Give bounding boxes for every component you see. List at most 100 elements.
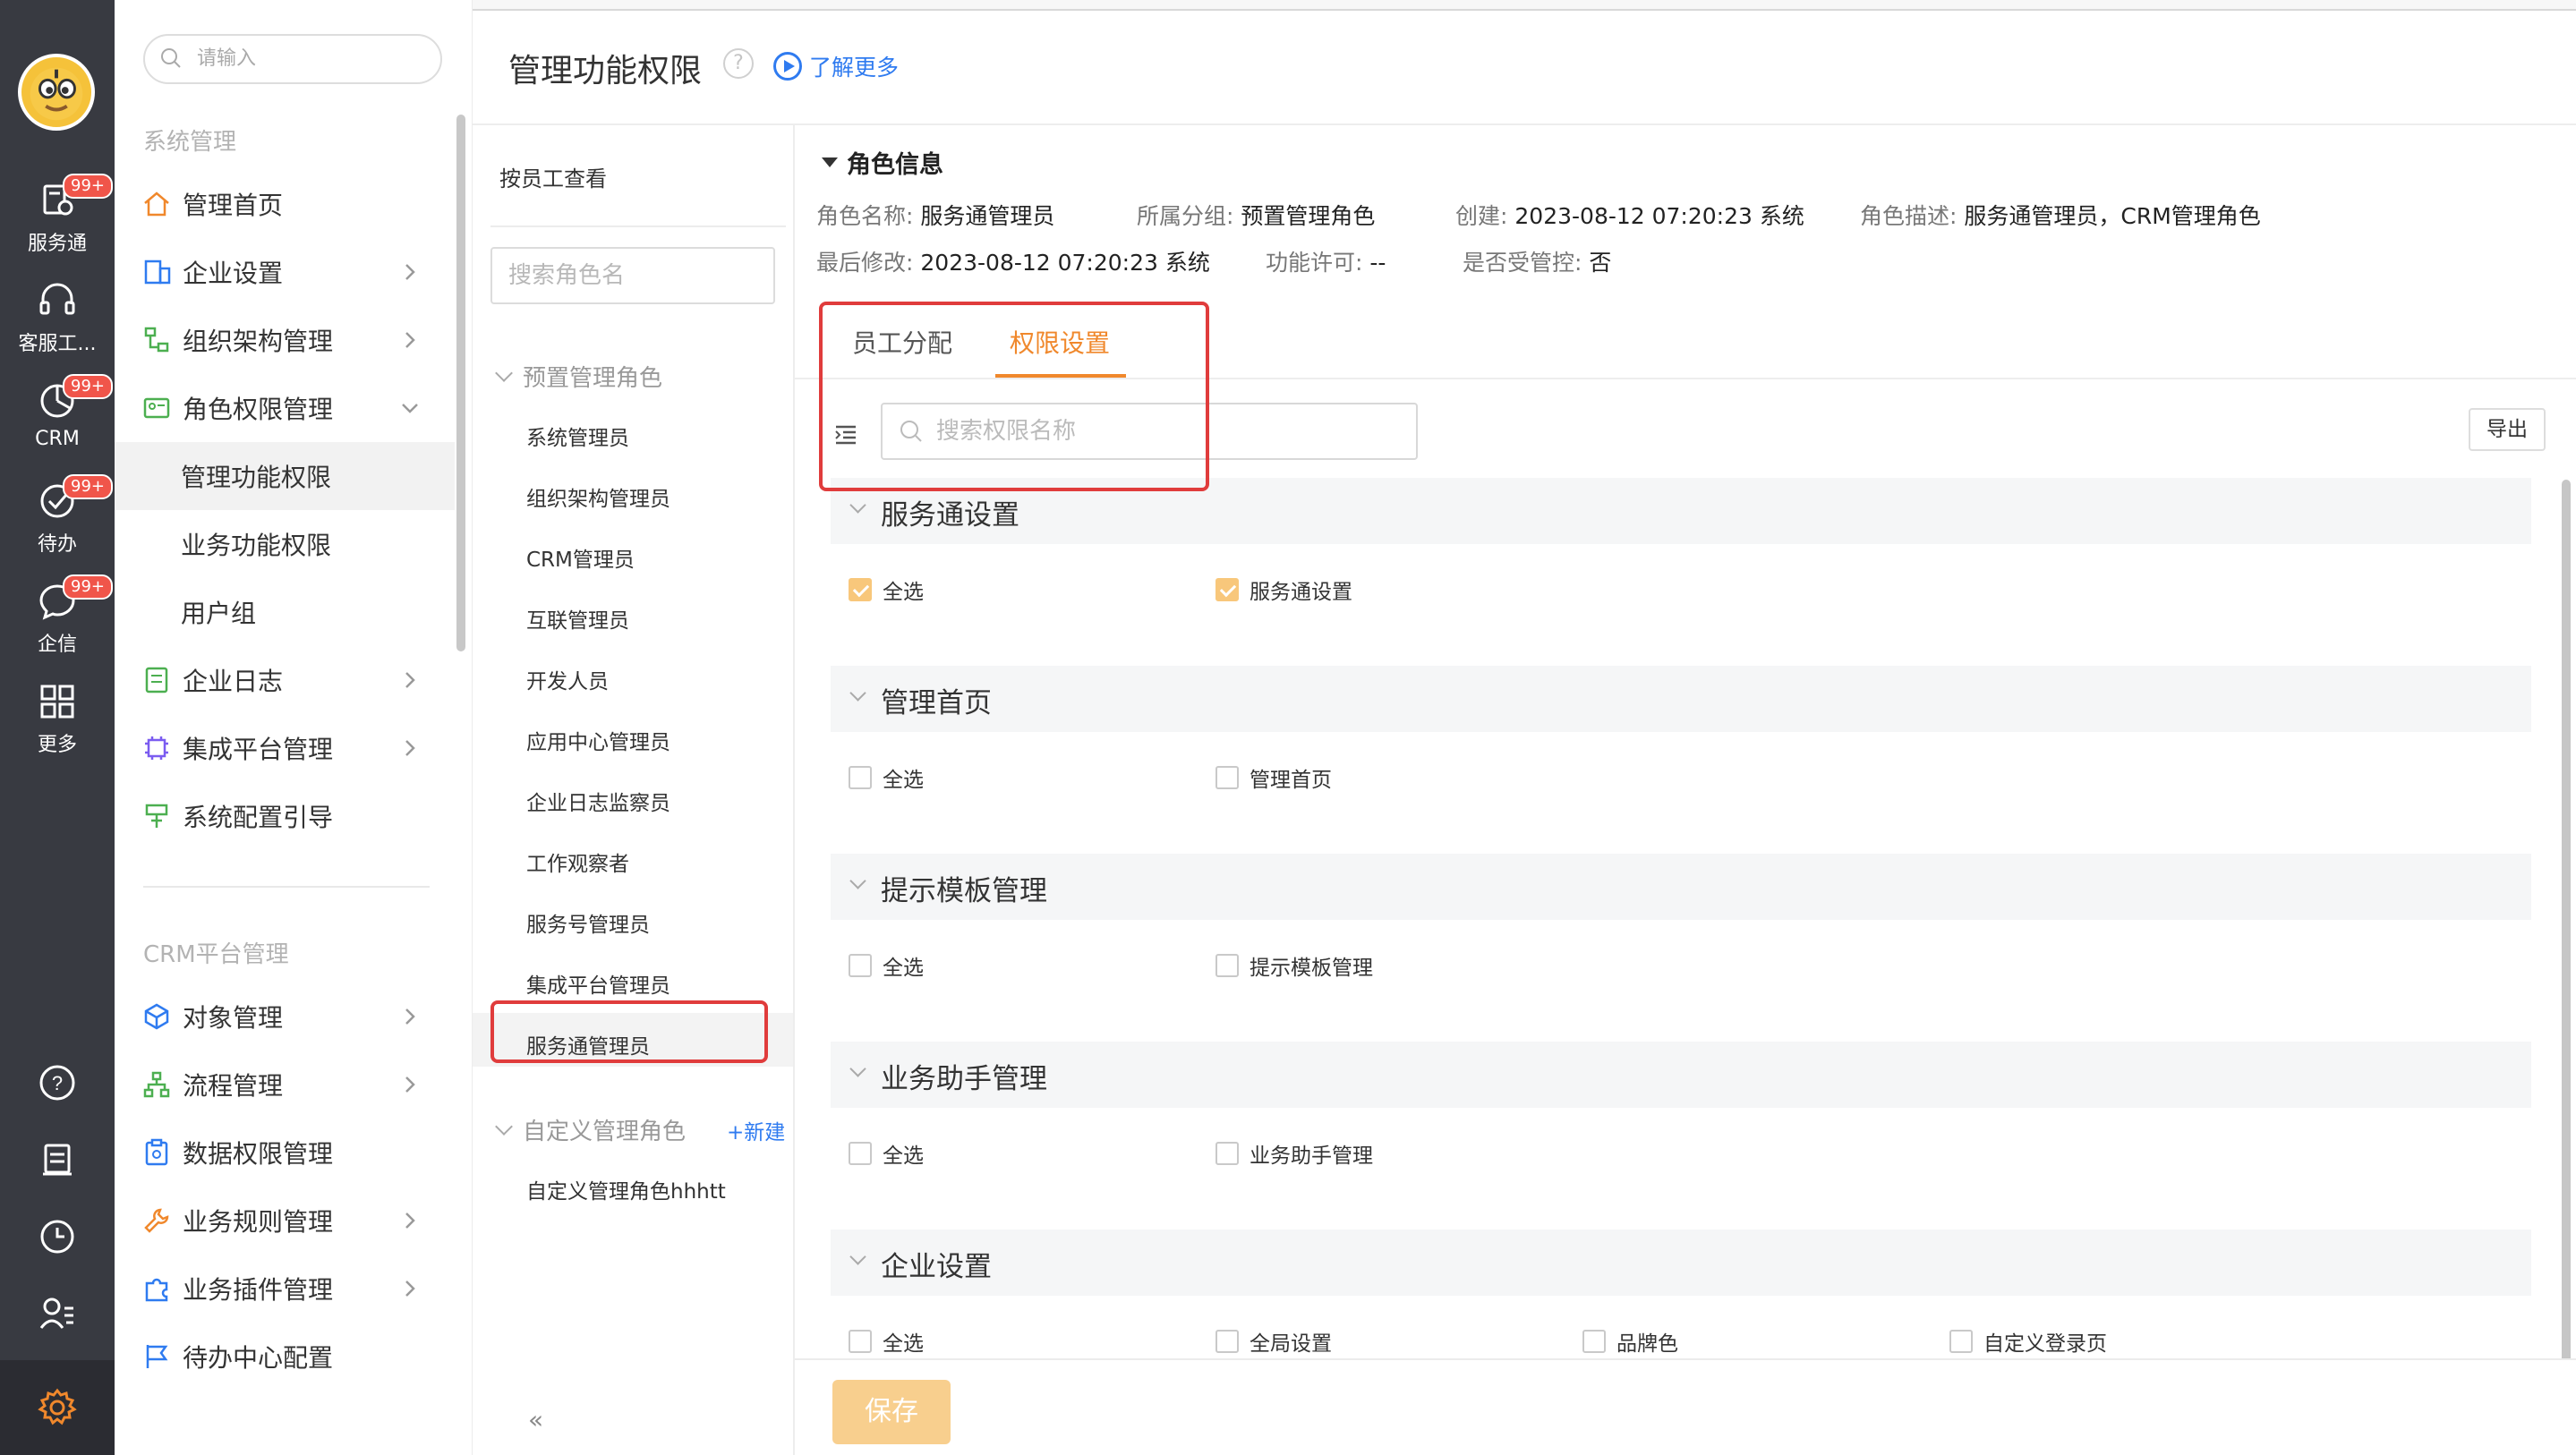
role-controlled-field: 是否受管控: 否 xyxy=(1463,245,1611,277)
main-scrollbar[interactable] xyxy=(2562,480,2571,1366)
nav-item-items1-2[interactable]: 组织架构管理 xyxy=(115,306,455,374)
admin-nav: 请输入 系统管理 管理首页企业设置组织架构管理角色权限管理 管理功能权限 业务功能权… xyxy=(115,0,543,1455)
export-button[interactable]: 导出 xyxy=(2469,408,2546,451)
role-info-heading[interactable]: 角色信息 xyxy=(822,145,943,180)
checkbox-box[interactable] xyxy=(849,766,872,789)
rail-item-4[interactable]: 99+ 企信 xyxy=(0,574,115,669)
learn-more-label: 了解更多 xyxy=(809,55,900,81)
rail-item-3[interactable]: 99+ 待办 xyxy=(0,474,115,569)
checkbox-box[interactable] xyxy=(849,578,872,601)
nav-item-items3-1[interactable]: 流程管理 xyxy=(115,1051,455,1119)
nav-subitem-1[interactable]: 业务功能权限 xyxy=(115,510,455,578)
checkbox-box[interactable] xyxy=(849,1330,872,1353)
group-preset-roles[interactable]: 预置管理角色 xyxy=(495,360,662,393)
rail-history[interactable] xyxy=(0,1201,115,1272)
permission-checkbox[interactable]: 自定义登录页 xyxy=(1949,1326,2107,1357)
help-circle-icon[interactable]: ? xyxy=(723,48,754,79)
nav-subitem-0[interactable]: 管理功能权限 xyxy=(115,442,455,510)
role-item-3[interactable]: 互联管理员 xyxy=(526,603,629,634)
permission-checkbox[interactable]: 品牌色 xyxy=(1582,1326,1678,1357)
rail-doc[interactable] xyxy=(0,1124,115,1195)
nav-item-items1-1[interactable]: 企业设置 xyxy=(115,238,455,306)
role-info-title: 角色信息 xyxy=(847,151,943,179)
role-item-9[interactable]: 集成平台管理员 xyxy=(526,968,670,999)
rail-item-2[interactable]: 99+ CRM xyxy=(0,374,115,469)
role-item-1[interactable]: 组织架构管理员 xyxy=(526,481,670,512)
rail-item-5[interactable]: 更多 xyxy=(0,680,115,770)
learn-more-link[interactable]: 了解更多 xyxy=(773,50,899,82)
perm-section-header[interactable]: 业务助手管理 xyxy=(831,1042,2531,1108)
view-by-employee-link[interactable]: 按员工查看 xyxy=(499,161,607,192)
checkbox-box[interactable] xyxy=(1949,1330,1973,1353)
role-item-7[interactable]: 工作观察者 xyxy=(526,847,629,877)
checkbox-box[interactable] xyxy=(1215,1142,1239,1165)
company-logo[interactable] xyxy=(18,54,95,131)
role-item-custom[interactable]: 自定义管理角色hhhtt xyxy=(526,1174,726,1204)
nav-item-items3-2[interactable]: 数据权限管理 xyxy=(115,1119,455,1187)
nav-scrollbar[interactable] xyxy=(456,115,465,651)
nav-subitem-label: 用户组 xyxy=(181,599,257,628)
rail-users[interactable] xyxy=(0,1278,115,1349)
nav-item-items2-0[interactable]: 企业日志 xyxy=(115,646,455,714)
role-item-0[interactable]: 系统管理员 xyxy=(526,421,629,451)
wrench-icon xyxy=(144,1208,169,1233)
role-search-input[interactable]: 搜索角色名 xyxy=(490,247,775,304)
select-all-checkbox[interactable]: 全选 xyxy=(849,762,924,793)
checkbox-box[interactable] xyxy=(1215,1330,1239,1353)
role-item-6[interactable]: 企业日志监察员 xyxy=(526,786,670,816)
permission-checkbox[interactable]: 全局设置 xyxy=(1215,1326,1332,1357)
nav-item-items2-2[interactable]: 系统配置引导 xyxy=(115,782,455,850)
nav-item-label: 管理首页 xyxy=(183,191,284,220)
checkbox-box[interactable] xyxy=(849,954,872,977)
nav-divider xyxy=(143,886,430,888)
role-item-8[interactable]: 服务号管理员 xyxy=(526,907,650,938)
permission-checkbox[interactable]: 业务助手管理 xyxy=(1215,1138,1373,1169)
checkbox-box[interactable] xyxy=(1582,1330,1606,1353)
nav-search-input[interactable]: 请输入 xyxy=(143,34,442,84)
new-role-link[interactable]: +新建 xyxy=(727,1115,785,1145)
checkbox-label: 全选 xyxy=(883,769,924,792)
rail-settings[interactable] xyxy=(0,1360,115,1455)
nav-item-label: 组织架构管理 xyxy=(183,327,334,356)
permission-checkbox[interactable]: 管理首页 xyxy=(1215,762,1332,793)
nav-item-items3-3[interactable]: 业务规则管理 xyxy=(115,1187,455,1255)
checkbox-label: 管理首页 xyxy=(1250,769,1332,792)
select-all-checkbox[interactable]: 全选 xyxy=(849,950,924,981)
group-custom-roles[interactable]: 自定义管理角色 xyxy=(495,1113,687,1146)
save-button[interactable]: 保存 xyxy=(832,1380,951,1444)
nav-item-items3-0[interactable]: 对象管理 xyxy=(115,983,455,1051)
checkbox-box[interactable] xyxy=(1215,578,1239,601)
bee-logo-icon xyxy=(30,67,83,121)
chevron-down-icon xyxy=(849,497,866,514)
checkbox-box[interactable] xyxy=(1215,766,1239,789)
role-item-5[interactable]: 应用中心管理员 xyxy=(526,725,670,755)
group-custom-label: 自定义管理角色 xyxy=(523,1119,687,1145)
select-all-checkbox[interactable]: 全选 xyxy=(849,1138,924,1169)
select-all-checkbox[interactable]: 全选 xyxy=(849,574,924,605)
nav-item-items2-1[interactable]: 集成平台管理 xyxy=(115,714,455,782)
role-controlled-label: 是否受管控: xyxy=(1463,250,1582,276)
role-item-2[interactable]: CRM管理员 xyxy=(526,542,635,573)
checkbox-box[interactable] xyxy=(1215,954,1239,977)
rail-badge: 99+ xyxy=(63,574,113,600)
perm-section-header[interactable]: 企业设置 xyxy=(831,1230,2531,1296)
select-all-checkbox[interactable]: 全选 xyxy=(849,1326,924,1357)
nav-item-items3-5[interactable]: 待办中心配置 xyxy=(115,1323,455,1391)
rail-help[interactable]: ? xyxy=(0,1047,115,1119)
nav-item-items1-0[interactable]: 管理首页 xyxy=(115,170,455,238)
nav-subitem-2[interactable]: 用户组 xyxy=(115,578,455,646)
nav-section-system: 系统管理 xyxy=(143,129,237,156)
checkbox-box[interactable] xyxy=(849,1142,872,1165)
role-item-4[interactable]: 开发人员 xyxy=(526,664,609,694)
permission-checkbox[interactable]: 提示模板管理 xyxy=(1215,950,1373,981)
rail-label: 企信 xyxy=(37,634,77,656)
permission-checkbox[interactable]: 服务通设置 xyxy=(1215,574,1352,605)
perm-section-header[interactable]: 管理首页 xyxy=(831,666,2531,732)
nav-item-items3-4[interactable]: 业务插件管理 xyxy=(115,1255,455,1323)
nav-item-items1-3[interactable]: 角色权限管理 xyxy=(115,374,455,442)
scroll-up-arrow[interactable] xyxy=(2562,125,2576,170)
rail-item-0[interactable]: 99+ 服务通 xyxy=(0,174,115,268)
rail-item-1[interactable]: 客服工... xyxy=(0,279,115,369)
checkbox-label: 服务通设置 xyxy=(1250,581,1352,604)
perm-section-header[interactable]: 提示模板管理 xyxy=(831,854,2531,920)
